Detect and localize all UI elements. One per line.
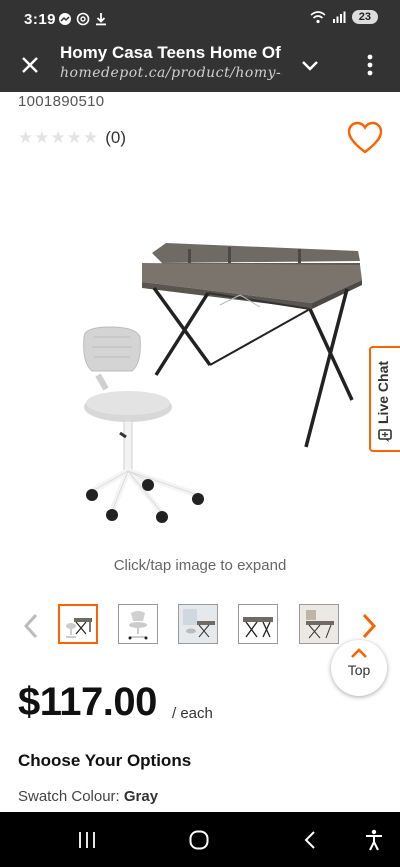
product-sku: 1001890510 bbox=[18, 93, 105, 110]
favorite-heart-icon[interactable] bbox=[347, 121, 383, 155]
accessibility-icon[interactable] bbox=[362, 828, 386, 852]
scroll-top-button[interactable]: Top bbox=[331, 640, 387, 696]
live-chat-button[interactable]: Live Chat bbox=[369, 346, 400, 452]
page-title: Homy Casa Teens Home Of bbox=[60, 43, 281, 62]
messenger-icon bbox=[59, 13, 71, 25]
chevron-left-icon[interactable] bbox=[20, 612, 42, 640]
wifi-icon bbox=[310, 11, 326, 24]
status-time: 3:19 bbox=[24, 11, 57, 28]
battery-indicator: 23 bbox=[351, 10, 378, 24]
product-image[interactable] bbox=[70, 225, 370, 530]
home-icon[interactable] bbox=[187, 828, 211, 852]
signal-icon bbox=[332, 11, 346, 23]
status-bar: 3:19 23 bbox=[0, 0, 400, 40]
rating-stars-icon: ★★★★★ bbox=[18, 128, 100, 147]
options-heading: Choose Your Options bbox=[18, 751, 192, 770]
thumbnail[interactable] bbox=[58, 604, 98, 644]
thumbnail-image bbox=[66, 618, 92, 638]
rating-count: (0) bbox=[105, 128, 126, 147]
thumbnail[interactable] bbox=[118, 604, 158, 644]
chevron-up-icon bbox=[351, 648, 367, 658]
scroll-top-label: Top bbox=[347, 662, 371, 678]
thumbnail-image bbox=[300, 605, 338, 643]
price-unit: / each bbox=[172, 705, 213, 722]
back-icon[interactable] bbox=[299, 828, 323, 852]
product-price: $117.00 bbox=[18, 680, 157, 724]
download-icon bbox=[96, 13, 106, 26]
chat-icon bbox=[378, 429, 392, 442]
more-vert-icon[interactable] bbox=[358, 52, 382, 78]
chevron-right-icon[interactable] bbox=[358, 612, 380, 640]
rating[interactable]: ★★★★★ (0) bbox=[18, 128, 126, 148]
thumbnail[interactable] bbox=[178, 604, 218, 644]
page-url[interactable]: homedepot.ca/product/homy-casa bbox=[60, 65, 282, 81]
chevron-down-icon[interactable] bbox=[298, 54, 322, 78]
browser-toolbar: Homy Casa Teens Home Of homedepot.ca/pro… bbox=[0, 40, 400, 92]
system-nav-bar bbox=[0, 812, 400, 867]
thumbnail-image bbox=[128, 611, 148, 640]
thumbnail-image bbox=[179, 605, 217, 643]
thumbnail-image bbox=[243, 617, 273, 638]
chatgpt-icon bbox=[76, 12, 90, 26]
recent-apps-icon[interactable] bbox=[75, 828, 99, 852]
image-expand-caption: Click/tap image to expand bbox=[113, 557, 287, 574]
live-chat-label: Live Chat bbox=[375, 360, 391, 424]
thumbnail[interactable] bbox=[238, 604, 278, 644]
swatch-value: Gray bbox=[123, 788, 159, 805]
thumbnail[interactable] bbox=[299, 604, 339, 644]
swatch-colour: Swatch Colour: Gray bbox=[18, 788, 158, 805]
swatch-label: Swatch Colour: bbox=[18, 788, 120, 805]
thumbnail-carousel bbox=[0, 602, 400, 650]
close-icon[interactable] bbox=[18, 53, 42, 77]
